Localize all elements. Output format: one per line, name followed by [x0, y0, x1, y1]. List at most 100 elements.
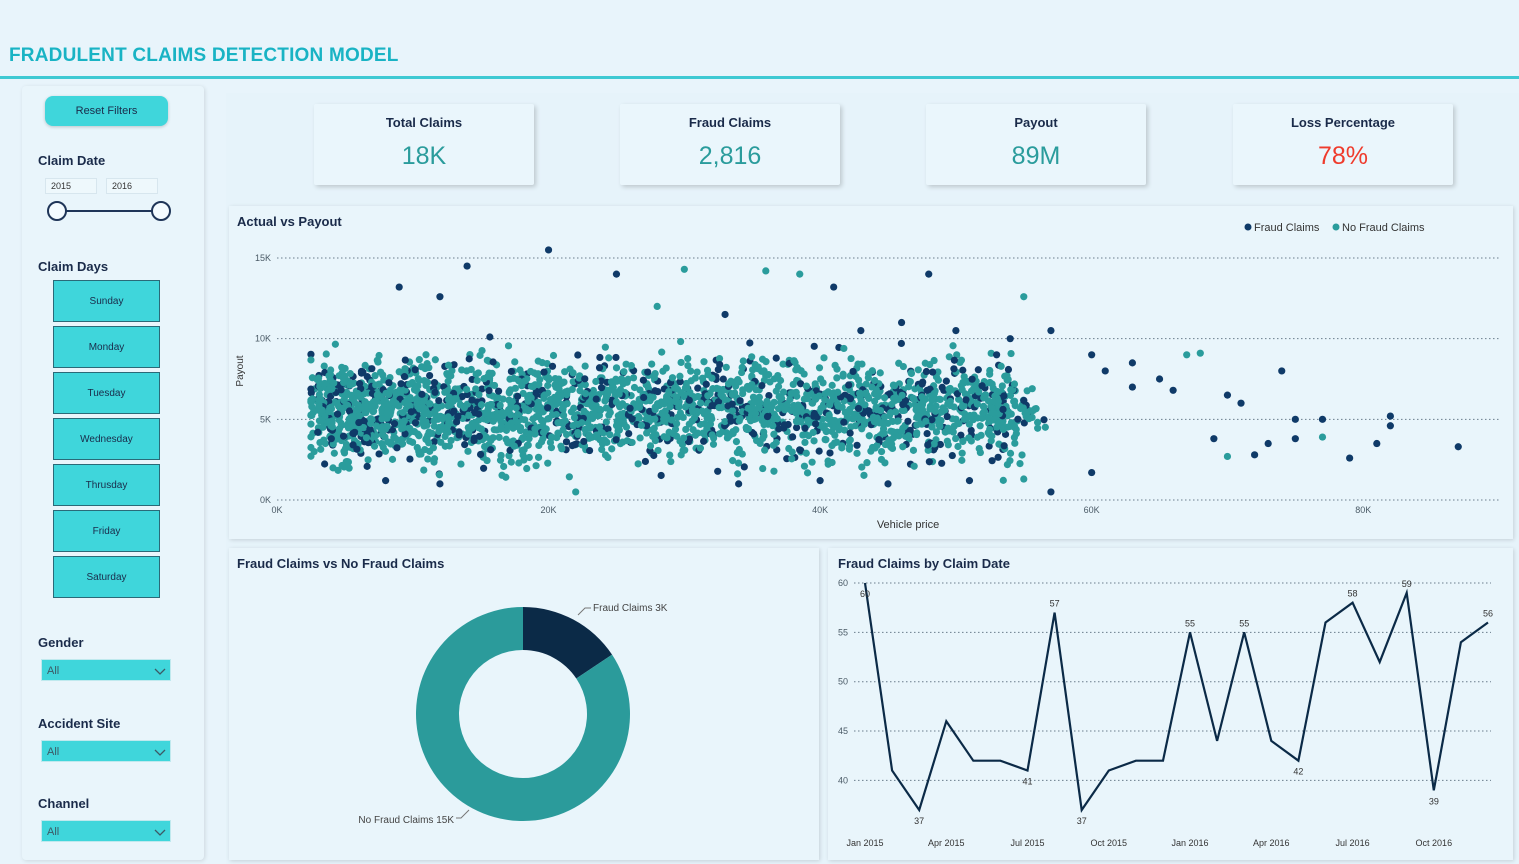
scatter-point — [681, 446, 689, 454]
gender-dropdown-value: All — [47, 665, 60, 677]
scatter-point — [630, 383, 639, 392]
scatter-point — [944, 441, 952, 449]
scatter-point — [682, 425, 690, 434]
kpi-card-loss-percentage[interactable]: Loss Percentage 78% — [1233, 104, 1453, 185]
line-chart-card[interactable]: Fraud Claims by Claim Date 40 45 50 55 60 60 3… — [828, 548, 1513, 860]
scatter-point — [771, 412, 779, 421]
scatter-point — [799, 431, 807, 439]
scatter-point — [531, 381, 539, 389]
scatter-point — [833, 374, 841, 382]
scatter-point — [904, 432, 913, 440]
day-button-saturday[interactable]: Saturday — [53, 556, 160, 598]
scatter-point — [958, 402, 966, 411]
scatter-point — [523, 464, 531, 473]
scatter-point — [797, 407, 805, 415]
scatter-point — [928, 423, 936, 431]
scatter-point — [539, 422, 547, 430]
data-label: 41 — [1023, 777, 1033, 787]
scatter-point — [1032, 405, 1040, 413]
day-button-tuesday[interactable]: Tuesday — [53, 372, 160, 414]
chevron-down-icon — [154, 829, 166, 836]
scatter-point — [570, 414, 579, 422]
scatter-point — [627, 362, 635, 370]
scatter-point — [864, 370, 873, 378]
scatter-point — [374, 358, 382, 366]
day-button-friday[interactable]: Friday — [53, 510, 160, 552]
scatter-point — [544, 404, 552, 412]
date-slider-start-handle[interactable] — [47, 201, 67, 221]
scatter-point — [762, 372, 770, 380]
scatter-point — [1346, 454, 1354, 462]
scatter-point — [620, 368, 628, 376]
scatter-point — [1006, 422, 1014, 430]
reset-filters-button[interactable]: Reset Filters — [45, 96, 168, 126]
scatter-point — [444, 413, 452, 421]
scatter-point — [708, 401, 716, 410]
date-to-input[interactable]: 2016 — [106, 178, 158, 194]
scatter-point — [913, 429, 921, 437]
channel-label: Channel — [38, 796, 90, 811]
scatter-point — [644, 368, 652, 376]
scatter-point — [792, 418, 801, 426]
date-from-input[interactable]: 2015 — [45, 178, 97, 194]
scatter-point — [889, 434, 898, 442]
scatter-point — [786, 395, 794, 404]
y-tick-label: 40 — [838, 775, 848, 785]
scatter-point — [1155, 375, 1164, 383]
scatter-point — [900, 406, 908, 415]
kpi-card-payout[interactable]: Payout 89M — [926, 104, 1146, 185]
scatter-point — [949, 342, 957, 350]
scatter-point — [616, 403, 624, 411]
accident-site-dropdown[interactable]: All — [41, 740, 171, 762]
scatter-point — [401, 356, 409, 364]
day-button-sunday[interactable]: Sunday — [53, 280, 160, 322]
scatter-point — [661, 407, 669, 415]
kpi-card-fraud-claims[interactable]: Fraud Claims 2,816 — [620, 104, 840, 185]
day-button-monday[interactable]: Monday — [53, 326, 160, 368]
scatter-point — [455, 428, 463, 436]
date-slider-track[interactable] — [57, 210, 161, 212]
scatter-point — [464, 423, 472, 432]
data-label: 58 — [1348, 589, 1358, 599]
leader-line — [577, 607, 591, 616]
scatter-point — [419, 415, 427, 423]
scatter-point — [640, 393, 648, 402]
scatter-point — [778, 394, 786, 402]
gender-dropdown[interactable]: All — [41, 659, 171, 681]
scatter-point — [897, 318, 906, 327]
scatter-point — [544, 246, 553, 254]
scatter-point — [820, 354, 828, 362]
scatter-point — [581, 389, 590, 398]
scatter-point — [959, 366, 967, 374]
scatter-point — [888, 440, 896, 448]
scatter-point — [375, 450, 383, 458]
date-slider-end-handle[interactable] — [151, 201, 171, 221]
scatter-point — [936, 422, 944, 431]
kpi-card-total-claims[interactable]: Total Claims 18K — [314, 104, 534, 185]
scatter-point — [788, 455, 796, 463]
scatter-point — [650, 451, 658, 460]
scatter-point — [500, 462, 508, 471]
chevron-down-icon — [154, 749, 166, 756]
scatter-point — [662, 364, 670, 372]
x-tick-label: Jul 2015 — [1011, 838, 1045, 848]
scatter-point — [769, 441, 778, 449]
scatter-point — [421, 364, 429, 373]
scatter-point — [339, 432, 348, 440]
scatter-point — [1088, 468, 1096, 477]
scatter-point — [744, 404, 752, 412]
channel-dropdown[interactable]: All — [41, 820, 171, 842]
scatter-point — [958, 386, 966, 394]
donut-chart-card[interactable]: Fraud Claims vs No Fraud Claims Fraud Cl… — [229, 548, 819, 860]
scatter-point — [950, 356, 958, 364]
scatter-point — [763, 412, 772, 421]
scatter-point — [595, 364, 604, 372]
scatter-point — [750, 430, 758, 438]
day-button-thursday[interactable]: Thrusday — [53, 464, 160, 506]
data-label: 59 — [1402, 579, 1412, 589]
scatter-point — [1007, 386, 1015, 394]
x-axis-label: Vehicle price — [877, 519, 939, 531]
day-button-wednesday[interactable]: Wednesday — [53, 418, 160, 460]
scatter-point — [913, 403, 921, 411]
scatter-chart-card[interactable]: Actual vs Payout 0K 5K 10K 15K 0K 20K 40K 60K 80… — [229, 206, 1513, 539]
